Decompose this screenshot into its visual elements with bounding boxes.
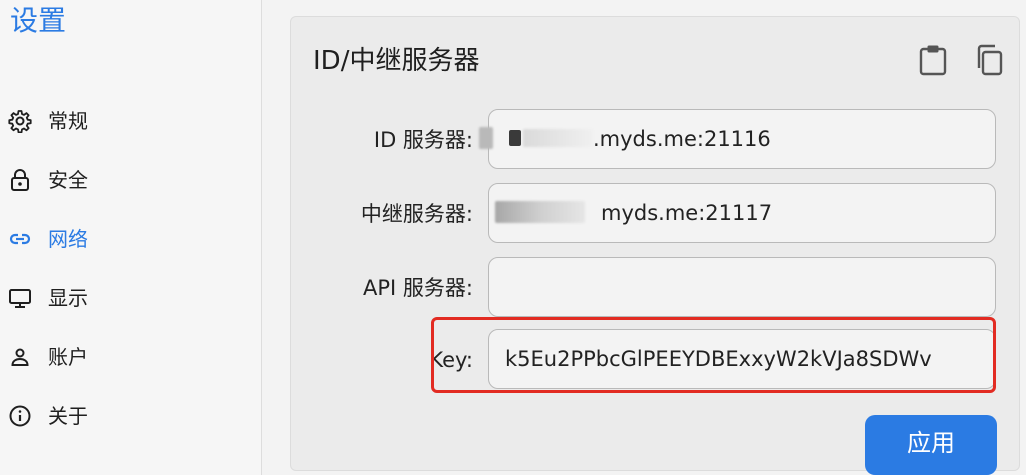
sidebar: 设置 常规 安全 网络 显示 账户 关于 [0, 0, 262, 475]
sidebar-item-security[interactable]: 安全 [0, 160, 262, 200]
sidebar-item-general[interactable]: 常规 [0, 101, 262, 141]
lock-icon [8, 168, 32, 192]
sidebar-item-network[interactable]: 网络 [0, 219, 262, 259]
relay-server-label: 中继服务器: [360, 202, 473, 226]
id-server-label: ID 服务器: [373, 128, 473, 152]
sidebar-item-label: 显示 [48, 286, 88, 310]
link-icon [8, 227, 32, 251]
person-icon [8, 345, 32, 369]
redacted-region [523, 129, 593, 147]
sidebar-item-label: 安全 [48, 168, 88, 192]
info-icon [8, 404, 32, 428]
settings-title: 设置 [10, 4, 67, 37]
monitor-icon [8, 286, 32, 310]
sidebar-item-label: 账户 [48, 345, 88, 369]
sidebar-item-label: 常规 [48, 109, 88, 133]
sidebar-item-account[interactable]: 账户 [0, 337, 262, 377]
apply-button[interactable]: 应用 [865, 415, 997, 475]
card-title: ID/中继服务器 [313, 46, 480, 76]
redacted-region [509, 130, 521, 146]
clipboard-icon[interactable] [917, 43, 949, 77]
redacted-region [479, 127, 493, 149]
sidebar-item-about[interactable]: 关于 [0, 396, 262, 436]
sidebar-item-label: 关于 [48, 404, 88, 428]
api-server-label: API 服务器: [363, 276, 473, 300]
copy-icon[interactable] [973, 43, 1005, 77]
redacted-region [495, 201, 585, 223]
key-value: k5Eu2PPbcGlPEEYDBExxyW2kVJa8SDWv [505, 347, 932, 371]
key-field[interactable]: k5Eu2PPbcGlPEEYDBExxyW2kVJa8SDWv [488, 329, 996, 389]
api-server-input[interactable] [488, 257, 996, 317]
id-server-value: .myds.me:21116 [593, 127, 771, 151]
relay-server-value: myds.me:21117 [601, 201, 773, 225]
key-label: Key: [429, 348, 473, 372]
server-settings-card: ID/中继服务器 ID 服务器: .myds.me:21116 中继服务器: m… [290, 16, 1020, 475]
gear-icon [8, 109, 32, 133]
sidebar-item-label: 网络 [48, 227, 88, 251]
sidebar-item-display[interactable]: 显示 [0, 278, 262, 318]
